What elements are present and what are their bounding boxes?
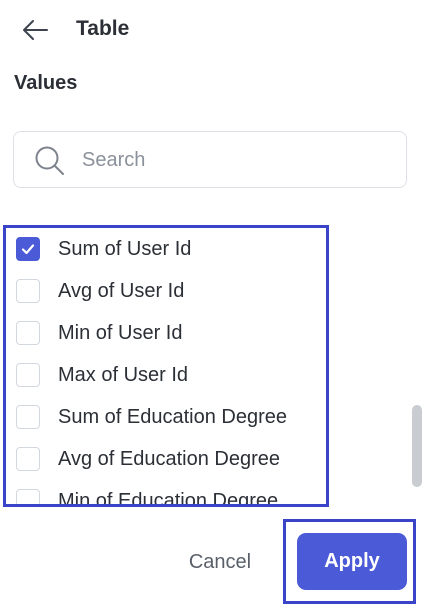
search-box[interactable]	[13, 131, 407, 188]
checkbox[interactable]	[16, 279, 40, 303]
checkmark-icon	[21, 244, 35, 255]
back-button[interactable]	[18, 16, 52, 44]
list-item[interactable]: Sum of Education Degree	[6, 396, 326, 438]
checkbox[interactable]	[16, 363, 40, 387]
scrollbar-thumb[interactable]	[412, 405, 422, 487]
list-item-label: Sum of User Id	[58, 237, 192, 260]
header: Table	[0, 0, 424, 60]
list-item[interactable]: Min of Education Degree	[6, 480, 326, 507]
apply-button[interactable]: Apply	[297, 533, 407, 590]
checkbox[interactable]	[16, 321, 40, 345]
list-item-label: Avg of Education Degree	[58, 447, 281, 470]
page-title: Table	[76, 17, 130, 40]
list-item[interactable]: Avg of Education Degree	[6, 438, 326, 480]
apply-button-frame: Apply	[283, 519, 416, 604]
list-item-label: Avg of User Id	[58, 279, 185, 302]
list-item-label: Min of User Id	[58, 321, 183, 344]
list-item-label: Sum of Education Degree	[58, 405, 288, 428]
values-list-frame: Sum of User Id Avg of User Id Min of User …	[3, 225, 329, 507]
list-item[interactable]: Min of User Id	[6, 312, 326, 354]
checkbox[interactable]	[16, 447, 40, 471]
list-item[interactable]: Sum of User Id	[6, 228, 326, 270]
list-item-label: Min of Education Degree	[58, 489, 279, 507]
arrow-left-icon	[23, 20, 48, 40]
section-title: Values	[14, 72, 78, 94]
cancel-button[interactable]: Cancel	[178, 540, 262, 584]
scrollbar[interactable]	[412, 405, 424, 487]
search-input[interactable]	[82, 140, 392, 180]
checkbox[interactable]	[16, 405, 40, 429]
checkbox[interactable]	[16, 489, 40, 504]
table-values-panel: Table Values Sum of User Id Avg of User I…	[0, 0, 424, 607]
search-icon	[35, 146, 64, 175]
list-item-label: Max of User Id	[58, 363, 189, 386]
list-item[interactable]: Avg of User Id	[6, 270, 326, 312]
checkbox[interactable]	[16, 237, 40, 261]
list-item[interactable]: Max of User Id	[6, 354, 326, 396]
